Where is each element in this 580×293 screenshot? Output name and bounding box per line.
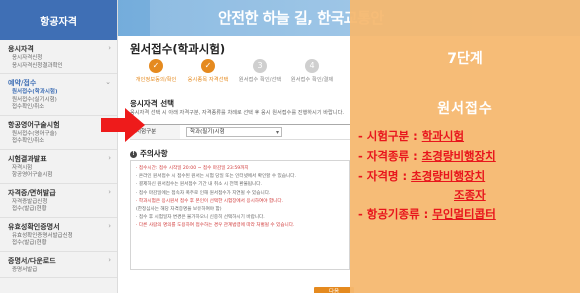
section-description: 응시자격 선택 시 아래 자격구분, 자격종류를 차례로 선택 후 응시 원서접… (130, 110, 344, 116)
notice-box: · 접수시간: 접수 시작일 20:00 ~ 접수 마감일 23:59까지 · … (130, 160, 350, 270)
chevron-right-icon: › (108, 187, 111, 196)
sidebar-title: 항공자격 (0, 0, 117, 40)
sidebar-subitem[interactable]: 원서접수(실기시험) (8, 97, 109, 105)
overlay-step: 7단계 (447, 51, 483, 67)
overlay-item: - 항공기종류 : 무인멀티콥터 (358, 204, 580, 224)
check-icon: ✓ (149, 59, 163, 73)
chevron-down-icon: ⌄ (105, 78, 111, 86)
overlay-title: 원서접수 (437, 101, 493, 117)
notice-item: · 학과시험은 응시원서 접수 후 본인이 선택한 시험장에서 응시하여야 합니… (136, 198, 284, 204)
sidebar-item-label[interactable]: 자격증/면허발급 (8, 187, 109, 199)
main-content: 원서접수(학과시험) ✓ 개인정보동의/확인 ✓ 응시종목 자격선택 3 원서접… (118, 36, 354, 293)
exam-type-row: 시험구분 학과(필기)시험 (130, 124, 350, 140)
overlay-item-key: - 자격명 : (358, 169, 412, 183)
red-arrow-icon (101, 108, 145, 142)
chevron-right-icon: › (108, 153, 111, 162)
sidebar-item-label[interactable]: 응시자격 (8, 43, 109, 55)
step-label: 응시종목 자격선택 (187, 77, 229, 83)
step-item: 4 원서접수 확인/결제 (286, 59, 338, 89)
overlay-items: - 시험구분 : 학과시험 - 자격종류 : 초경량비행장치 - 자격명 : 초… (358, 126, 580, 224)
sidebar-subitem[interactable]: 응시자격신청결과확인 (8, 63, 109, 71)
step-label: 원서접수 확인/결제 (290, 77, 334, 83)
step-label: 원서접수 확인/선택 (238, 77, 282, 83)
sidebar-subitem[interactable]: 자격증발급신청 (8, 199, 109, 207)
overlay-item: - 자격명 : 초경량비행장치 (358, 166, 580, 186)
chevron-right-icon: › (108, 255, 111, 264)
sidebar-subitem[interactable]: 증명서발급 (8, 267, 109, 275)
sidebar-subitem-active[interactable]: 원서접수(학과시험) (8, 89, 109, 97)
sidebar-item-reservation[interactable]: 예약/접수 ⌄ 원서접수(학과시험) 원서접수(실기시험) 접수확인/취소 (0, 74, 117, 116)
overlay-item-value: 초경량비행장치 (421, 149, 496, 163)
notice-item: · 접수시간: 접수 시작일 20:00 ~ 접수 마감일 23:59까지 (136, 166, 249, 171)
sidebar-item-english-test[interactable]: 항공영어구술시험 › 원서접수(영어구술) 접수확인/취소 (0, 116, 117, 150)
check-icon: ✓ (201, 59, 215, 73)
step-item: ✓ 개인정보동의/확인 (130, 59, 182, 89)
sidebar-subitem[interactable]: 접수확인/취소 (8, 104, 109, 112)
overlay-item-key: - 항공기종류 : (358, 207, 433, 221)
info-icon: ! (130, 150, 137, 158)
chevron-right-icon: › (108, 221, 111, 230)
notice-item: · 결제하신 원서접수는 원서접수 기간 내 취소 시 전액 환불됩니다. (136, 182, 262, 188)
overlay-item: - 시험구분 : 학과시험 (358, 126, 580, 146)
sidebar-subitem[interactable]: 접수(발급)현황 (8, 206, 109, 214)
sidebar-item-label[interactable]: 항공영어구술시험 (8, 119, 109, 131)
step-item: ✓ 응시종목 자격선택 (182, 59, 234, 89)
sidebar-item-qualification[interactable]: 응시자격 › 응시자격신청 응시자격신청결과확인 (0, 40, 117, 74)
step-number: 3 (253, 59, 267, 73)
notice-heading: ! 주의사항 (130, 148, 168, 159)
overlay-item-value: 조종자 (454, 188, 486, 202)
page-title: 원서접수(학과시험) (130, 42, 226, 56)
overlay-item-key: - 시험구분 : (358, 129, 422, 143)
next-button[interactable]: 다음 (314, 287, 354, 293)
sidebar-subitem[interactable]: 유효성확인증명서발급신청 (8, 233, 109, 241)
sidebar-item-label[interactable]: 증명서/다운로드 (8, 255, 109, 267)
sidebar-item-license[interactable]: 자격증/면허발급 › 자격증발급신청 접수(발급)현황 (0, 184, 117, 218)
sidebar-subitem[interactable]: 응시자격신청 (8, 55, 109, 63)
sidebar-item-label[interactable]: 예약/접수 (8, 77, 109, 89)
sidebar-subitem[interactable]: 접수확인/취소 (8, 138, 109, 146)
sidebar-item-results[interactable]: 시험결과발표 › 자격시험 항공영어구술시험 (0, 150, 117, 184)
step-label: 개인정보동의/확인 (135, 77, 177, 83)
overlay-item-value: 무인멀티콥터 (432, 207, 496, 221)
exam-type-select[interactable]: 학과(필기)시험 (186, 127, 282, 137)
sidebar-subitem[interactable]: 접수(발급)현황 (8, 240, 109, 248)
instruction-overlay: 7단계 원서접수 - 시험구분 : 학과시험 - 자격종류 : 초경량비행장치 … (350, 0, 580, 293)
notice-item: (한정심사는 해당 자격증명을 보유하여야 함) (136, 207, 222, 213)
step-item: 3 원서접수 확인/선택 (234, 59, 286, 89)
notice-title: 주의사항 (140, 149, 168, 158)
step-progress: ✓ 개인정보동의/확인 ✓ 응시종목 자격선택 3 원서접수 확인/선택 4 원… (130, 59, 350, 89)
overlay-item-value: 초경량비행장치 (411, 169, 486, 183)
notice-item: · 다른 사람의 명의를 도용하여 접수하는 경우 관계법령에 따라 처벌될 수… (136, 223, 295, 229)
sidebar-subitem[interactable]: 원서접수(영어구술) (8, 131, 109, 139)
chevron-right-icon: › (108, 44, 111, 52)
sidebar-item-validity[interactable]: 유효성확인증명서 › 유효성확인증명서발급신청 접수(발급)현황 (0, 218, 117, 252)
sidebar: 항공자격 응시자격 › 응시자격신청 응시자격신청결과확인 예약/접수 ⌄ 원서… (0, 0, 118, 293)
sidebar-item-label[interactable]: 시험결과발표 (8, 153, 109, 165)
sidebar-item-label[interactable]: 유효성확인증명서 (8, 221, 109, 233)
step-number: 4 (305, 59, 319, 73)
notice-item: · 접수 후 시험일자 변경은 불가하오니 신중히 선택하시기 바랍니다. (136, 215, 265, 221)
notice-item: · 온라인 원서접수 시 접수된 원서는 시험 당일 또는 인터넷에서 확인할 … (136, 174, 296, 180)
sidebar-subitem[interactable]: 자격시험 (8, 165, 109, 173)
sidebar-subitem[interactable]: 항공영어구술시험 (8, 172, 109, 180)
sidebar-item-certificate[interactable]: 증명서/다운로드 › 증명서발급 (0, 252, 117, 278)
overlay-item-key: - 자격종류 : (358, 149, 422, 163)
notice-item: · 접수 마감일에는 접속자 폭주로 인해 원서접수가 지연될 수 있습니다. (136, 190, 271, 196)
overlay-item-continuation: 조종자 (358, 186, 580, 204)
overlay-item-value: 학과시험 (421, 129, 465, 143)
overlay-item: - 자격종류 : 초경량비행장치 (358, 146, 580, 166)
